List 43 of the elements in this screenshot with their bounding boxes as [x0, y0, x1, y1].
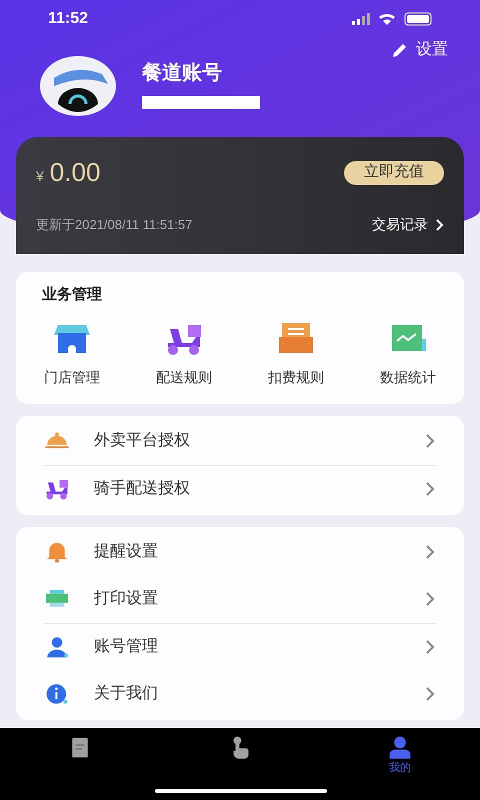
business-item[interactable]: 扣费规则 — [240, 318, 352, 388]
business-label: 门店管理 — [44, 368, 100, 386]
menu-label: 骑手配送授权 — [94, 478, 191, 499]
battery-icon — [404, 12, 432, 26]
menu-label: 提醒设置 — [94, 542, 159, 562]
update-time: 更新于2021/08/11 11:51:57 — [36, 216, 192, 234]
status-time: 11:52 — [48, 9, 88, 29]
wifi-icon — [378, 12, 396, 26]
pencil-icon — [392, 42, 408, 58]
account-name: 餐道账号 — [142, 61, 223, 86]
business-item[interactable]: 配送规则 — [128, 318, 240, 388]
settings-button[interactable]: 设置 — [392, 38, 448, 62]
balance-amount: 0.00 — [50, 156, 100, 189]
chevron-right-icon — [424, 433, 436, 449]
business-label: 扣费规则 — [268, 368, 324, 386]
person-icon — [387, 734, 413, 760]
currency-symbol: ¥ — [36, 167, 44, 186]
chevron-right-icon — [424, 591, 436, 607]
menu-label: 外卖平台授权 — [94, 430, 191, 451]
menu-label: 账号管理 — [94, 637, 159, 657]
menu-label: 打印设置 — [94, 588, 159, 609]
menu-item[interactable]: 打印设置 — [44, 576, 436, 622]
chevron-right-icon — [424, 481, 436, 497]
business-label: 配送规则 — [156, 368, 212, 386]
chevron-right-icon — [436, 218, 444, 230]
menu-item[interactable]: 账号管理 — [44, 624, 436, 670]
transactions-link[interactable]: 交易记录 — [372, 214, 444, 235]
chevron-right-icon — [424, 544, 436, 560]
chevron-right-icon — [424, 686, 436, 702]
business-item[interactable]: 门店管理 — [16, 318, 128, 388]
avatar-icon — [40, 56, 116, 116]
menu-item[interactable]: 骑手配送授权 — [44, 466, 436, 512]
menu-item[interactable]: 关于我们 — [44, 670, 436, 718]
menu-item[interactable]: 外卖平台授权 — [44, 418, 436, 464]
chevron-right-icon — [424, 639, 436, 655]
recharge-button[interactable]: 立即充值 — [344, 160, 444, 184]
signal-icon — [352, 12, 370, 26]
tab[interactable]: 我的 — [320, 728, 480, 800]
section-title: 业务管理 — [41, 285, 103, 305]
menu-item[interactable]: 提醒设置 — [44, 528, 436, 576]
business-label: 数据统计 — [380, 368, 436, 386]
menu-label: 关于我们 — [94, 684, 159, 704]
business-item[interactable]: 数据统计 — [352, 318, 464, 388]
